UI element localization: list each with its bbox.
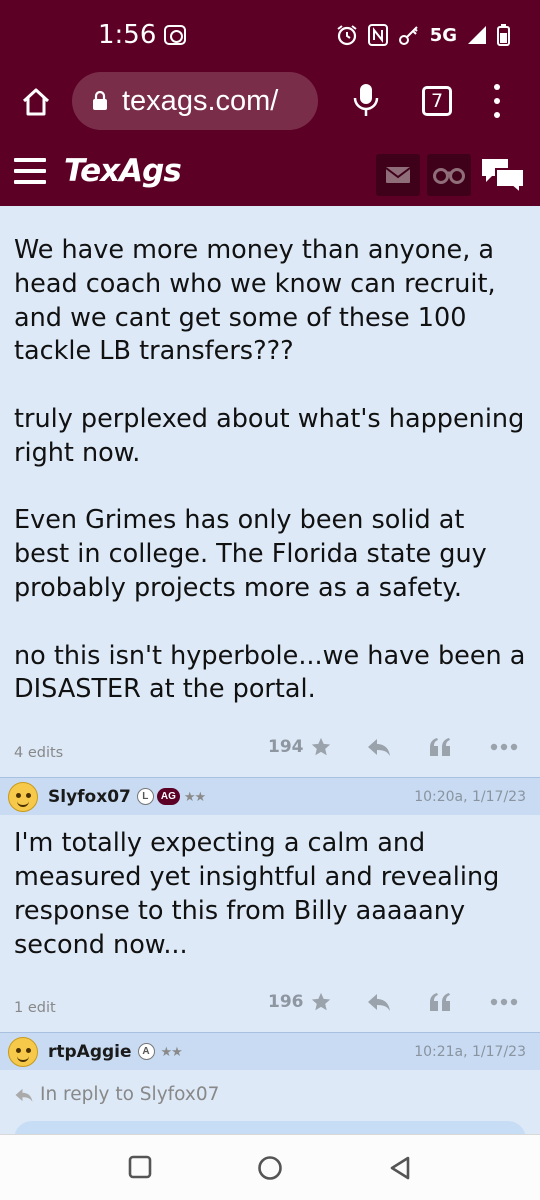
post-footer: 1 edit 196 (0, 972, 540, 1032)
badge-ag: AG (156, 788, 180, 806)
binoculars-button[interactable] (427, 154, 471, 196)
url-text: texags.com/ (122, 84, 279, 117)
home-icon[interactable] (20, 86, 52, 118)
quote-icon[interactable] (428, 736, 452, 758)
recents-icon[interactable] (128, 1155, 152, 1179)
username[interactable]: Slyfox07 (48, 787, 131, 807)
timestamp[interactable]: 10:20a, 1/17/23 (414, 789, 526, 805)
edits-link[interactable]: 1 edit (14, 1000, 56, 1016)
post-paragraph: I'm totally expecting a calm and measure… (14, 828, 500, 960)
post-header: rtpAggie A ★★ 10:21a, 1/17/23 (0, 1032, 540, 1071)
edits-link[interactable]: 4 edits (14, 745, 63, 761)
post-actions: 196 (268, 972, 518, 1032)
post-footer: 4 edits 194 (0, 717, 540, 777)
user-stars: ★★ (183, 788, 206, 804)
star-icon[interactable] (310, 736, 332, 758)
home-circle-icon[interactable] (257, 1155, 283, 1181)
username[interactable]: rtpAggie (48, 1042, 132, 1062)
site-logo[interactable]: TexAgs (64, 153, 182, 189)
back-icon[interactable] (388, 1155, 412, 1181)
post-paragraph: Even Grimes has only been solid at best … (14, 505, 487, 603)
network-label: 5G (429, 24, 457, 46)
post-paragraph: truly perplexed about what's happening r… (14, 403, 525, 468)
hamburger-icon[interactable] (14, 158, 46, 184)
post-body: We have more money than anyone, a head c… (0, 206, 540, 707)
more-options-icon[interactable] (490, 998, 518, 1006)
avatar[interactable] (8, 1036, 38, 1067)
status-icons: 5G (336, 24, 510, 46)
android-nav-bar (0, 1134, 540, 1200)
browser-toolbar: texags.com/ 7 (0, 68, 540, 138)
reply-icon[interactable] (366, 991, 392, 1013)
like-count: 194 (268, 737, 304, 758)
post-paragraph: We have more money than anyone, a head c… (14, 235, 496, 367)
more-options-icon[interactable] (490, 743, 518, 751)
binoculars-icon (433, 168, 465, 184)
post: Slyfox07 L AG ★★ 10:20a, 1/17/23 I'm tot… (0, 777, 540, 1032)
more-icon[interactable] (490, 84, 504, 118)
post-header: Slyfox07 L AG ★★ 10:20a, 1/17/23 (0, 777, 540, 816)
star-icon[interactable] (310, 991, 332, 1013)
reply-icon[interactable] (366, 736, 392, 758)
screen-record-icon (164, 25, 186, 45)
reply-to-text: In reply to Slyfox07 (40, 1084, 220, 1106)
battery-icon (497, 24, 510, 46)
site-header: TexAgs (0, 138, 540, 206)
thread-content: We have more money than anyone, a head c… (0, 206, 540, 1134)
chat-icon[interactable] (480, 156, 526, 194)
post-body: I'm totally expecting a calm and measure… (0, 815, 540, 962)
mail-icon (385, 167, 411, 183)
nfc-icon (367, 24, 388, 46)
avatar[interactable] (8, 781, 38, 812)
reply-arrow-icon (15, 1088, 33, 1102)
reply-to-link[interactable]: In reply to Slyfox07 (0, 1070, 540, 1105)
quote-icon[interactable] (428, 991, 452, 1013)
url-field[interactable]: texags.com/ (72, 72, 318, 130)
mail-button[interactable] (376, 154, 420, 196)
post-paragraph: no this isn't hyperbole...we have been a… (14, 640, 526, 705)
status-time: 1:56 (98, 20, 157, 50)
mic-icon[interactable] (352, 82, 380, 118)
badge-l: L (136, 788, 154, 806)
post: We have more money than anyone, a head c… (0, 206, 540, 777)
timestamp[interactable]: 10:21a, 1/17/23 (414, 1044, 526, 1060)
badge-a: A (137, 1043, 155, 1061)
key-icon (398, 26, 418, 45)
tabs-button[interactable]: 7 (422, 86, 452, 116)
status-bar: 1:56 5G (0, 0, 540, 68)
alarm-icon (337, 25, 357, 46)
post-actions: 194 (268, 717, 518, 777)
signal-icon (468, 26, 486, 44)
post: rtpAggie A ★★ 10:21a, 1/17/23 In reply t… (0, 1032, 540, 1134)
quoted-post (14, 1121, 526, 1134)
like-count: 196 (268, 992, 304, 1013)
lock-icon (93, 91, 107, 110)
user-stars: ★★ (160, 1043, 183, 1059)
